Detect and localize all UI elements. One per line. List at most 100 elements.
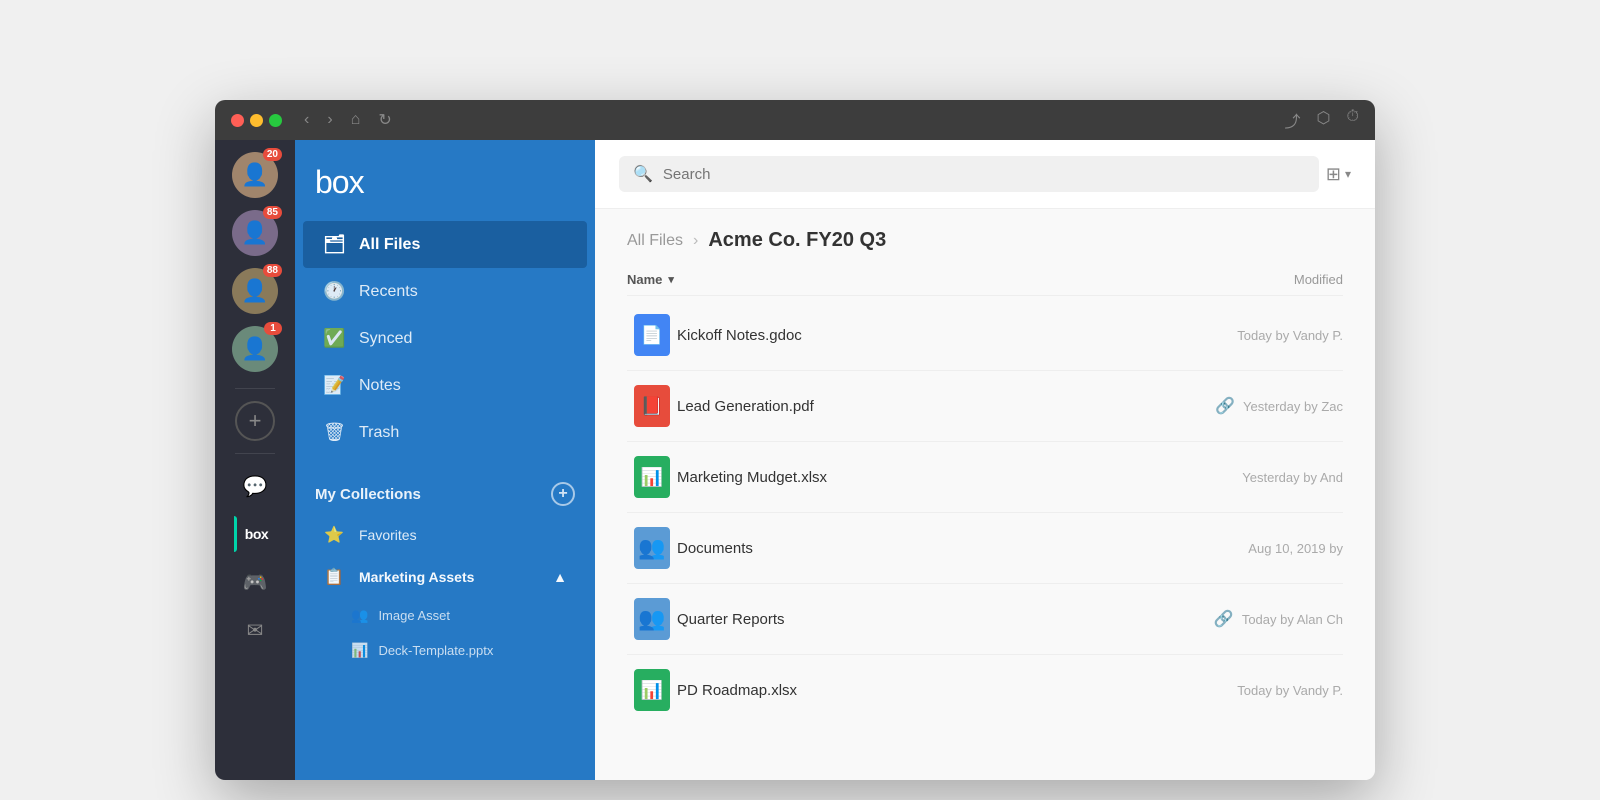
nav-trash-label: Trash (359, 424, 399, 442)
file-name: Lead Generation.pdf (677, 398, 1143, 415)
file-row-marketing[interactable]: 📊 Marketing Mudget.xlsx Yesterday by And (627, 442, 1343, 513)
whatsapp-icon[interactable]: 💬 (235, 466, 275, 506)
box-icon[interactable]: box (237, 514, 277, 554)
modified-text: Today by Vandy P. (1237, 683, 1343, 698)
traffic-lights (231, 114, 282, 127)
filter-icon: ⊞ (1326, 164, 1341, 185)
pdf-icon: 📕 (634, 385, 670, 427)
file-list-header: Name ▾ Modified (627, 264, 1343, 296)
mail-icon[interactable]: ✉ (235, 610, 275, 650)
file-row-pd-roadmap[interactable]: 📊 PD Roadmap.xlsx Today by Vandy P. (627, 655, 1343, 725)
nav-notes-label: Notes (359, 377, 401, 395)
file-row-quarter-reports[interactable]: 👥 Quarter Reports 🔗 Today by Alan Ch (627, 584, 1343, 655)
box-logo: box (315, 164, 575, 201)
my-collections-section: My Collections + (295, 468, 595, 514)
file-icon-wrap: 📄 (627, 314, 677, 356)
sub-item-image-asset[interactable]: 👥 Image Asset (295, 598, 595, 633)
avatar-1[interactable]: 👤 20 (232, 152, 278, 198)
search-input-wrap[interactable]: 🔍 (619, 156, 1319, 192)
deck-template-label: Deck-Template.pptx (378, 643, 493, 658)
file-name: PD Roadmap.xlsx (677, 682, 1143, 699)
favorites-label: Favorites (359, 527, 417, 543)
column-modified-header: Modified (1143, 272, 1343, 287)
maximize-button[interactable] (269, 114, 282, 127)
sidebar-header: box (295, 140, 595, 221)
folder-team-icon: 👥 (634, 598, 670, 640)
active-indicator (234, 516, 237, 552)
avatar-4[interactable]: 👤 1 (232, 326, 278, 372)
trash-icon: 🗑 (323, 422, 345, 443)
nav-all-files-label: All Files (359, 236, 420, 254)
filter-button[interactable]: ⊞ ▾ (1326, 164, 1351, 185)
sync-icon: 🔗 (1215, 396, 1235, 416)
filter-chevron: ▾ (1345, 167, 1351, 181)
all-files-icon: 🗂 (323, 234, 345, 255)
file-row-kickoff[interactable]: 📄 Kickoff Notes.gdoc Today by Vandy P. (627, 300, 1343, 371)
collection-marketing-assets[interactable]: 📋 Marketing Assets ▲ (303, 556, 587, 598)
folder-icon: 👥 (634, 527, 670, 569)
main-content: 🔍 ⊞ ▾ All Files › Acme Co. FY20 Q3 Name (595, 140, 1375, 780)
file-icon-wrap: 👥 (627, 527, 677, 569)
nav-synced[interactable]: ✅ Synced (303, 315, 587, 362)
box-dock-item[interactable]: box (234, 514, 277, 554)
minimize-button[interactable] (250, 114, 263, 127)
file-modified: Aug 10, 2019 by (1143, 541, 1343, 556)
deck-template-icon: 📊 (351, 642, 368, 659)
file-name: Kickoff Notes.gdoc (677, 327, 1143, 344)
app-layout: 👤 20 👤 85 👤 88 👤 1 + 💬 (215, 140, 1375, 780)
image-asset-icon: 👥 (351, 607, 368, 624)
nav-recents[interactable]: 🕐 Recents (303, 268, 587, 315)
close-button[interactable] (231, 114, 244, 127)
avatar-badge-3: 88 (263, 264, 282, 277)
collapse-icon: ▲ (553, 569, 567, 585)
file-modified: 🔗 Today by Alan Ch (1143, 609, 1343, 629)
nav-trash[interactable]: 🗑 Trash (303, 409, 587, 456)
file-icon-wrap: 👥 (627, 598, 677, 640)
collection-favorites[interactable]: ⭐ Favorites (303, 514, 587, 556)
column-name-header[interactable]: Name ▾ (627, 272, 1143, 287)
dock-divider-2 (235, 453, 275, 454)
back-button[interactable]: ‹ (300, 111, 313, 129)
col-name-label: Name (627, 272, 662, 287)
marketing-assets-icon: 📋 (323, 567, 345, 587)
xlsx-icon: 📊 (634, 456, 670, 498)
gdoc-icon: 📄 (634, 314, 670, 356)
home-button[interactable]: ⌂ (347, 111, 365, 129)
avatar-badge-4: 1 (264, 322, 282, 335)
layers-icon[interactable]: ⬡ (1317, 108, 1331, 132)
xlsx-icon-2: 📊 (634, 669, 670, 711)
modified-text: Today by Vandy P. (1237, 328, 1343, 343)
add-collection-button[interactable]: + (551, 482, 575, 506)
share-icon[interactable]: ⤴ (1285, 108, 1301, 132)
file-modified: 🔗 Yesterday by Zac (1143, 396, 1343, 416)
history-icon[interactable]: ⏱ (1347, 108, 1359, 132)
forward-button[interactable]: › (323, 111, 336, 129)
dock-divider (235, 388, 275, 389)
breadcrumb-parent[interactable]: All Files (627, 232, 683, 250)
file-row-lead-gen[interactable]: 📕 Lead Generation.pdf 🔗 Yesterday by Zac (627, 371, 1343, 442)
sidebar: box 🗂 All Files 🕐 Recents ✅ Synced 📝 No (295, 140, 595, 780)
avatar-3[interactable]: 👤 88 (232, 268, 278, 314)
sort-icon: ▾ (668, 273, 674, 286)
reload-button[interactable]: ↻ (374, 110, 395, 130)
modified-text: Yesterday by Zac (1243, 399, 1343, 414)
avatar-badge-2: 85 (263, 206, 282, 219)
my-collections-label: My Collections (315, 486, 421, 503)
sync-icon: 🔗 (1214, 609, 1234, 629)
add-account-button[interactable]: + (235, 401, 275, 441)
breadcrumb: All Files › Acme Co. FY20 Q3 (595, 209, 1375, 264)
search-input[interactable] (663, 166, 1305, 183)
avatar-2[interactable]: 👤 85 (232, 210, 278, 256)
breadcrumb-current: Acme Co. FY20 Q3 (708, 229, 886, 252)
file-row-documents[interactable]: 👥 Documents Aug 10, 2019 by (627, 513, 1343, 584)
title-bar: ‹ › ⌂ ↻ ⤴ ⬡ ⏱ (215, 100, 1375, 140)
discord-icon[interactable]: 🎮 (235, 562, 275, 602)
nav-all-files[interactable]: 🗂 All Files (303, 221, 587, 268)
sub-item-deck-template[interactable]: 📊 Deck-Template.pptx (295, 633, 595, 668)
nav-synced-label: Synced (359, 330, 412, 348)
browser-window: ‹ › ⌂ ↻ ⤴ ⬡ ⏱ 👤 20 👤 85 👤 88 (215, 100, 1375, 780)
avatar-badge-1: 20 (263, 148, 282, 161)
nav-notes[interactable]: 📝 Notes (303, 362, 587, 409)
sidebar-nav: 🗂 All Files 🕐 Recents ✅ Synced 📝 Notes 🗑 (295, 221, 595, 468)
search-icon: 🔍 (633, 164, 653, 184)
